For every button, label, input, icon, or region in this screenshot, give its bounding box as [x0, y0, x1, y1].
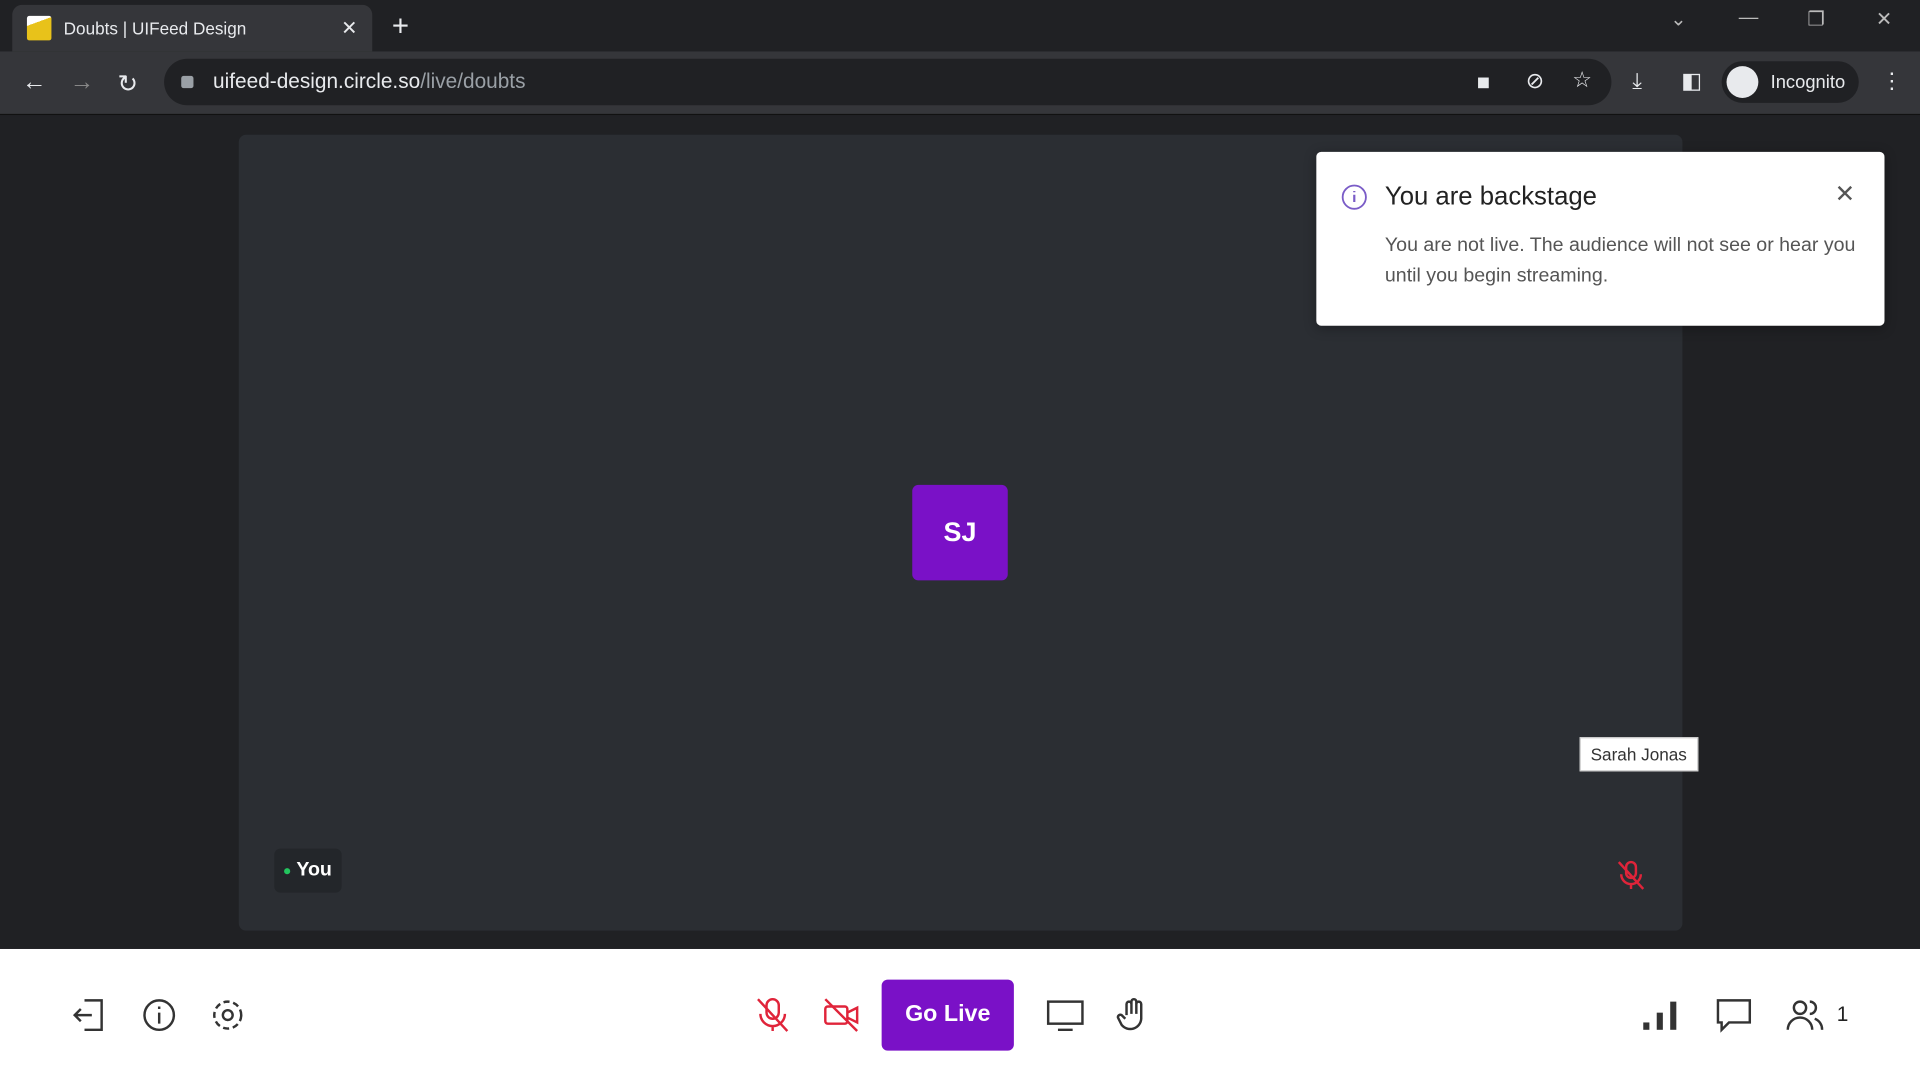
tab-title: Doubts | UIFeed Design	[63, 18, 247, 38]
avatar: SJ	[912, 484, 1008, 581]
camera-icon[interactable]: ■	[1477, 70, 1490, 96]
raise-hand-icon[interactable]	[1114, 996, 1153, 1035]
url-host: uifeed-design.circle.so	[213, 69, 421, 94]
download-icon[interactable]: ⤓	[1632, 69, 1642, 95]
control-bar: Go Live 1	[0, 948, 1920, 1080]
forward-icon[interactable]: →	[70, 69, 94, 97]
new-tab-icon[interactable]: +	[392, 10, 409, 44]
close-window-icon[interactable]: ✕	[1876, 7, 1892, 31]
go-live-button[interactable]: Go Live	[881, 979, 1014, 1051]
leave-icon[interactable]	[70, 996, 109, 1035]
close-toast-icon[interactable]: ✕	[1835, 179, 1856, 210]
signal-icon[interactable]	[1641, 996, 1680, 1035]
info-icon	[1341, 184, 1367, 210]
profile-button[interactable]: Incognito	[1721, 61, 1859, 103]
lock-icon	[181, 75, 194, 89]
mic-off-icon	[1617, 860, 1645, 890]
close-tab-icon[interactable]: ✕	[341, 16, 357, 40]
status-dot	[284, 867, 291, 874]
browser-tab[interactable]: Doubts | UIFeed Design ✕	[12, 4, 373, 52]
self-label-text: You	[296, 859, 332, 881]
camera-off-icon[interactable]	[822, 996, 861, 1035]
menu-icon[interactable]: ⋮	[1881, 69, 1903, 95]
browser-toolbar: ← → ↻ uifeed-design.circle.so/live/doubt…	[0, 51, 1920, 116]
url-path: /live/doubts	[420, 69, 526, 94]
tab-search-icon[interactable]: ⌄	[1670, 7, 1686, 31]
participants-count: 1	[1836, 1002, 1849, 1027]
back-icon[interactable]: ←	[22, 69, 46, 97]
participant-tooltip: Sarah Jonas	[1579, 737, 1698, 772]
minimize-icon[interactable]: —	[1739, 7, 1759, 29]
address-bar[interactable]: uifeed-design.circle.so/live/doubts ■ ⊘ …	[164, 58, 1612, 106]
side-panel-icon[interactable]: ◧	[1681, 69, 1702, 95]
star-icon[interactable]: ☆	[1572, 67, 1592, 93]
favicon-icon	[26, 15, 52, 41]
incognito-icon	[1726, 66, 1759, 98]
tab-bar: Doubts | UIFeed Design ✕ + ⌄ — ❐ ✕	[0, 0, 1920, 52]
info-icon[interactable]	[140, 996, 179, 1035]
participants-icon[interactable]	[1785, 996, 1824, 1035]
settings-icon[interactable]	[208, 996, 247, 1035]
toast-title: You are backstage	[1384, 182, 1597, 211]
reload-icon[interactable]: ↻	[118, 69, 139, 100]
restore-icon[interactable]: ❐	[1807, 7, 1825, 31]
backstage-notification: You are backstage You are not live. The …	[1316, 151, 1885, 326]
screen-share-icon[interactable]	[1046, 996, 1085, 1035]
mic-off-icon[interactable]	[753, 996, 792, 1035]
toast-message: You are not live. The audience will not …	[1384, 235, 1856, 287]
eye-off-icon[interactable]: ⊘	[1526, 69, 1544, 95]
profile-label: Incognito	[1770, 71, 1846, 93]
chat-icon[interactable]	[1714, 996, 1753, 1035]
self-label: You	[274, 848, 342, 893]
